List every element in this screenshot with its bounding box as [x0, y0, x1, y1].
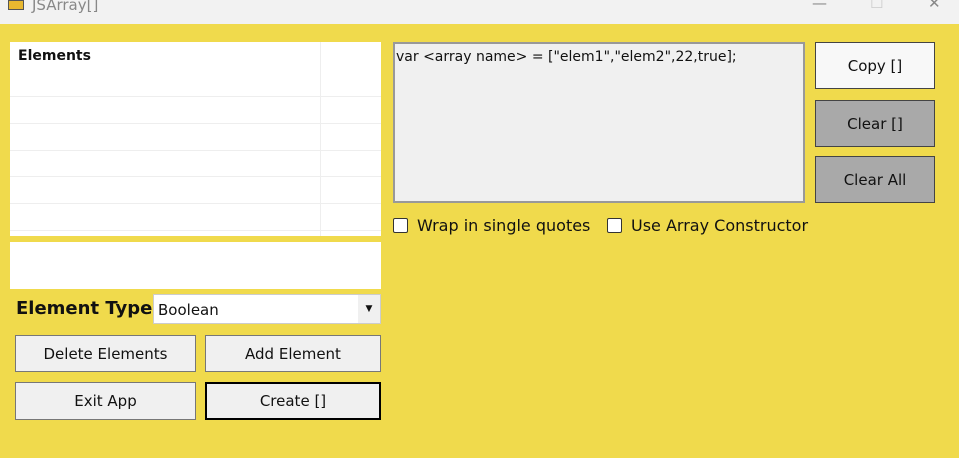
exit-app-button[interactable]: Exit App [15, 382, 196, 420]
delete-elements-button[interactable]: Delete Elements [15, 335, 196, 372]
create-array-button[interactable]: Create [] [205, 382, 381, 420]
clear-all-button[interactable]: Clear All [815, 156, 935, 203]
title-bar: JSArray[] — ☐ ✕ [0, 0, 959, 24]
add-element-button[interactable]: Add Element [205, 335, 381, 372]
window-title: JSArray[] [32, 0, 99, 14]
clear-button[interactable]: Clear [] [815, 100, 935, 147]
elements-grid[interactable]: Elements [10, 42, 381, 236]
element-type-label: Element Type [16, 298, 153, 319]
grid-column-divider [320, 42, 321, 236]
close-button[interactable]: ✕ [928, 0, 941, 12]
copy-button[interactable]: Copy [] [815, 42, 935, 89]
minimize-button[interactable]: — [812, 0, 827, 12]
maximize-button[interactable]: ☐ [870, 0, 883, 12]
element-type-select[interactable]: Boolean ▼ [153, 294, 381, 324]
chevron-down-icon: ▼ [358, 295, 380, 323]
app-icon [8, 0, 24, 10]
wrap-single-quotes-label[interactable]: Wrap in single quotes [417, 216, 590, 235]
wrap-single-quotes-checkbox[interactable] [393, 218, 408, 233]
output-textarea[interactable]: var <array name> = ["elem1","elem2",22,t… [393, 42, 805, 203]
element-type-value: Boolean [158, 301, 219, 319]
grid-header-elements[interactable]: Elements [18, 48, 91, 64]
use-array-constructor-checkbox[interactable] [607, 218, 622, 233]
use-array-constructor-label[interactable]: Use Array Constructor [631, 216, 808, 235]
element-value-input[interactable] [10, 242, 381, 289]
